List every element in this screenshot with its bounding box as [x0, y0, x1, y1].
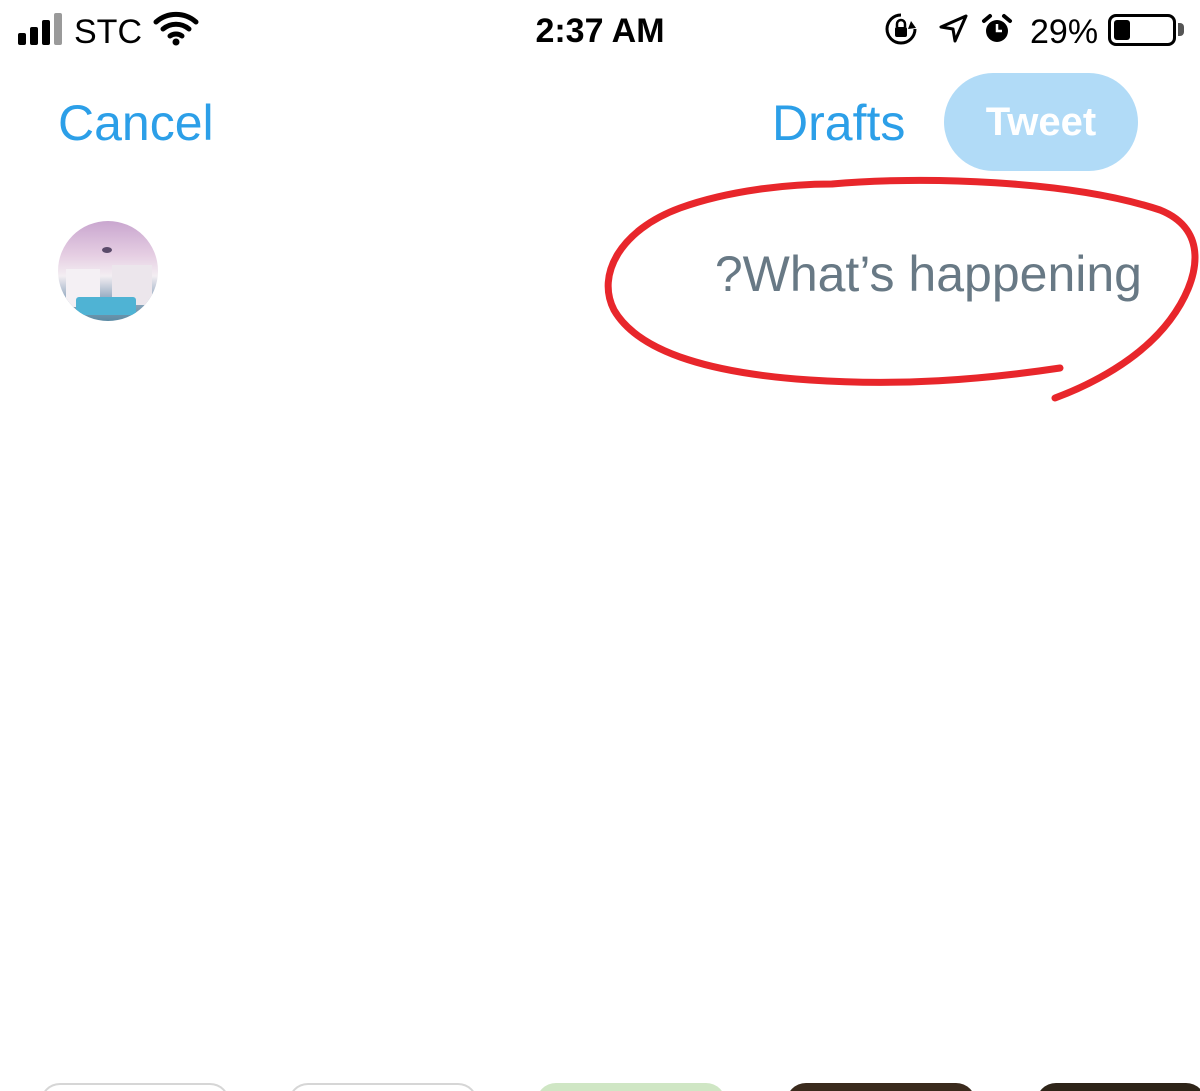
tweet-button[interactable]: Tweet [944, 73, 1138, 171]
status-bar: STC 2:37 AM 29% [0, 0, 1200, 62]
status-time: 2:37 AM [535, 12, 665, 50]
orientation-lock-icon [885, 13, 917, 45]
battery-percent: 29% [1030, 13, 1099, 51]
battery-tip [1178, 23, 1184, 36]
alarm-clock-icon [982, 14, 1012, 42]
cancel-button[interactable]: Cancel [58, 96, 214, 150]
gallery-tile[interactable] [288, 1083, 478, 1091]
drafts-button[interactable]: Drafts [772, 96, 905, 150]
avatar-detail [102, 247, 112, 253]
media-thumbnail[interactable] [786, 1083, 976, 1091]
avatar[interactable] [58, 221, 158, 321]
battery-fill [1114, 20, 1130, 40]
battery-icon [1108, 14, 1176, 46]
camera-tile[interactable] [40, 1083, 230, 1091]
location-arrow-icon [939, 14, 968, 43]
media-thumbnail[interactable] [1036, 1083, 1200, 1091]
avatar-detail [76, 297, 136, 315]
media-thumbnail[interactable] [536, 1083, 726, 1091]
red-circle-annotation [604, 176, 1199, 402]
